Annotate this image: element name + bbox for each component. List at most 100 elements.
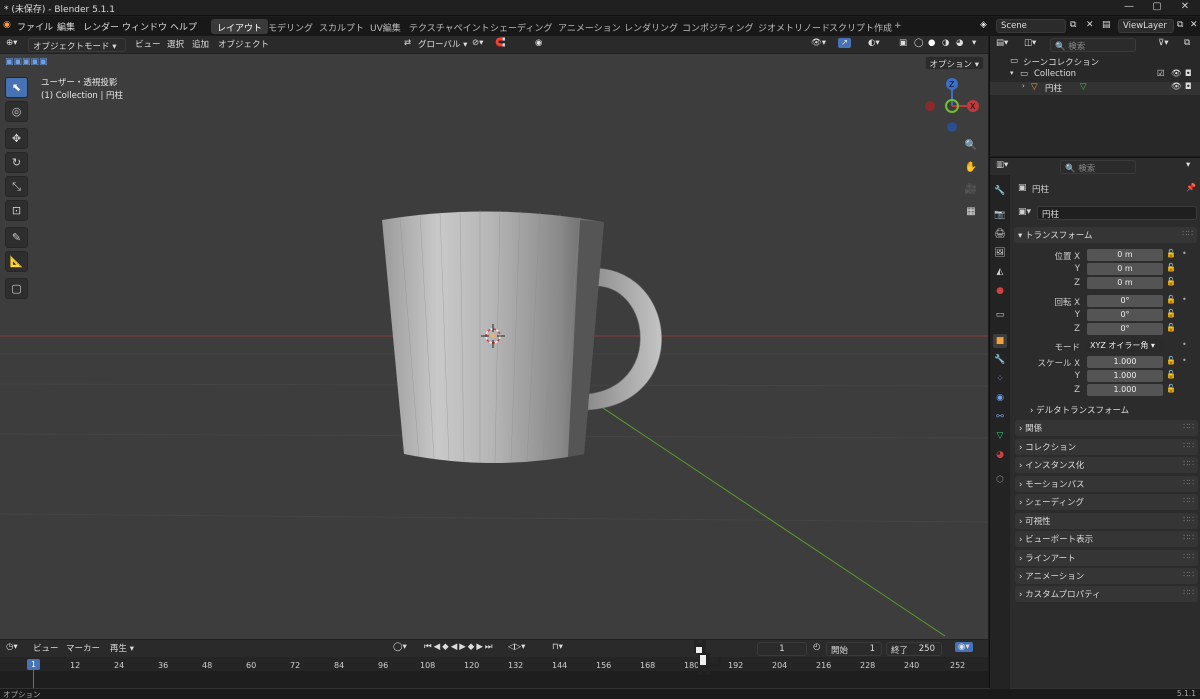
shading-solid-icon[interactable]: ● xyxy=(928,38,935,48)
minimize-icon[interactable]: — xyxy=(1122,1,1136,15)
menu-file[interactable]: ファイル xyxy=(17,20,53,33)
editor-type-icon[interactable]: ⊕▾ xyxy=(6,38,17,48)
lock-icon[interactable]: 🔓 xyxy=(1166,356,1176,365)
scene-tab-icon[interactable]: ◭ xyxy=(993,265,1007,279)
transform-panel-header[interactable]: ▾ トランスフォーム ∷∷ xyxy=(1014,227,1197,243)
material-tab-icon[interactable]: ◕ xyxy=(993,448,1007,462)
menu-add[interactable]: 追加 xyxy=(192,38,209,50)
mode-dropdown[interactable]: オブジェクトモード ▾ xyxy=(28,38,126,52)
outliner-filter-icon[interactable]: ⊽▾ xyxy=(1158,38,1169,48)
navigation-gizmo[interactable]: Z X xyxy=(925,78,979,132)
transform-tool[interactable]: ⊡ xyxy=(5,200,28,221)
add-cube-tool[interactable]: ▢ xyxy=(5,278,28,299)
gizmo-toggle-icon[interactable]: ↗ xyxy=(838,38,852,48)
exclude-checkbox[interactable]: ☑ xyxy=(1157,69,1165,79)
rotation-mode-dropdown[interactable]: XYZ オイラー角 ▾ xyxy=(1087,340,1163,352)
constraints-tab-icon[interactable]: ⚯ xyxy=(993,410,1007,424)
world-tab-icon[interactable]: ● xyxy=(993,284,1007,298)
object-name-field[interactable]: 円柱 xyxy=(1037,206,1197,220)
pan-hand-icon[interactable]: ✋ xyxy=(961,158,981,178)
shading-options-icon[interactable]: ▾ xyxy=(972,38,976,48)
outliner-editor-icon[interactable]: ▤▾ xyxy=(996,38,1008,48)
measure-tool[interactable]: 📐 xyxy=(5,251,28,272)
panel-collections[interactable]: › コレクション ∷∷ xyxy=(1015,439,1198,455)
tab-rendering[interactable]: レンダリング xyxy=(618,19,684,34)
playhead[interactable]: 1 xyxy=(27,659,40,670)
object-visibility-icon[interactable]: 👁 xyxy=(1171,82,1182,92)
menu-view[interactable]: ビュー xyxy=(135,38,161,50)
pivot-icon[interactable]: ⊘▾ xyxy=(472,38,483,48)
tab-texture-paint[interactable]: テクスチャペイント xyxy=(403,19,496,34)
view-layer-field[interactable]: ViewLayer xyxy=(1118,19,1174,33)
new-view-layer-icon[interactable]: ⧉ xyxy=(1177,20,1183,30)
physics-tab-icon[interactable]: ◉ xyxy=(993,391,1007,405)
lock-icon[interactable]: 🔓 xyxy=(1166,309,1176,318)
rotation-x-field[interactable]: 0° xyxy=(1087,295,1163,307)
rotation-z-field[interactable]: 0° xyxy=(1087,323,1163,335)
panel-animation[interactable]: › アニメーション ∷∷ xyxy=(1015,568,1198,584)
new-collection-icon[interactable]: ⧉ xyxy=(1184,38,1190,48)
clock-icon[interactable]: ◴ xyxy=(813,642,820,652)
delete-view-layer-icon[interactable]: ✕ xyxy=(1190,20,1198,30)
end-frame-field[interactable]: 終了 250 xyxy=(886,642,942,656)
tab-compositing[interactable]: コンポジティング xyxy=(676,19,759,34)
properties-options-icon[interactable]: ▾ xyxy=(1186,160,1190,170)
select-box-tool[interactable]: ⬉ xyxy=(5,77,28,98)
menu-render[interactable]: レンダー xyxy=(83,20,119,33)
orientation-icon[interactable]: ⇄ xyxy=(404,38,411,48)
visibility-icon[interactable]: 👁▾ xyxy=(811,38,826,48)
keyframe-dot-icon[interactable]: • xyxy=(1182,356,1187,365)
annotate-tool[interactable]: ✎ xyxy=(5,227,28,248)
keying-icon[interactable]: ◯▾ xyxy=(393,642,407,652)
timeline-editor-icon[interactable]: ◷▾ xyxy=(6,642,18,652)
scale-x-field[interactable]: 1.000 xyxy=(1087,356,1163,368)
tab-shading[interactable]: シェーディング xyxy=(484,19,558,34)
view-layer-tab-icon[interactable]: 🖼 xyxy=(993,246,1007,260)
panel-relations[interactable]: › 関係 ∷∷ xyxy=(1015,420,1198,436)
output-tab-icon[interactable]: 🖨 xyxy=(993,227,1007,241)
close-icon[interactable]: ✕ xyxy=(1178,1,1192,15)
timeline-menu-view[interactable]: ビュー xyxy=(33,642,59,654)
outliner-row-collection[interactable]: ▾ ▭ Collection ☑ 👁 ◘ xyxy=(990,69,1200,82)
shading-material-icon[interactable]: ◑ xyxy=(942,38,949,48)
mesh-data-icon[interactable]: ▽ xyxy=(1080,82,1087,92)
snap-icon[interactable]: 🧲 xyxy=(495,38,506,48)
scale-z-field[interactable]: 1.000 xyxy=(1087,384,1163,396)
timeline-options-icon[interactable]: ◉▾ xyxy=(955,642,973,652)
start-frame-field[interactable]: 開始 1 xyxy=(826,642,882,656)
add-workspace-button[interactable]: + xyxy=(888,19,908,34)
auto-key-icon[interactable]: ⊓▾ xyxy=(552,642,563,652)
timeline-scrubber[interactable]: 1 12 24 36 48 60 72 84 96 108 120 132 14… xyxy=(0,639,988,688)
keyframe-dot-icon[interactable]: • xyxy=(1182,249,1187,258)
tool-tab-icon[interactable]: 🔧 xyxy=(993,184,1007,198)
new-scene-icon[interactable]: ⧉ xyxy=(1070,20,1076,30)
proportional-edit-icon[interactable]: ◉ xyxy=(535,38,542,48)
outliner-row-object[interactable]: › ▽ 円柱 ▽ 👁 ◘ xyxy=(990,82,1200,95)
outliner-search-input[interactable]: 🔍 検索 xyxy=(1050,38,1136,52)
object-tab-icon[interactable]: ■ xyxy=(993,334,1007,348)
cursor-tool[interactable]: ◎ xyxy=(5,101,28,122)
delete-scene-icon[interactable]: ✕ xyxy=(1086,20,1094,30)
panel-custom-properties[interactable]: › カスタムプロパティ ∷∷ xyxy=(1015,586,1198,602)
panel-visibility[interactable]: › 可視性 ∷∷ xyxy=(1015,513,1198,529)
panel-motion-paths[interactable]: › モーションパス ∷∷ xyxy=(1015,476,1198,492)
outliner-display-mode-icon[interactable]: ◫▾ xyxy=(1024,38,1036,48)
object-render-icon[interactable]: ◘ xyxy=(1185,82,1192,92)
tab-uv-editing[interactable]: UV編集 xyxy=(364,19,407,34)
maximize-icon[interactable]: ▢ xyxy=(1150,1,1164,15)
scale-y-field[interactable]: 1.000 xyxy=(1087,370,1163,382)
select-mode-icons[interactable]: ▣▣▣▣▣ xyxy=(5,57,48,67)
orientation-dropdown[interactable]: グローバル ▾ xyxy=(418,38,467,50)
collection-tab-icon[interactable]: ▭ xyxy=(993,308,1007,322)
move-tool[interactable]: ✥ xyxy=(5,128,28,149)
properties-editor-icon[interactable]: ▥▾ xyxy=(996,160,1008,170)
delta-transform-subpanel[interactable]: › デルタトランスフォーム xyxy=(1030,404,1129,416)
blender-logo-icon[interactable]: ◉ xyxy=(3,20,11,30)
menu-select[interactable]: 選択 xyxy=(167,38,184,50)
expand-collection-icon[interactable]: ▾ xyxy=(1010,69,1014,77)
tab-scripting[interactable]: スクリプト作成 xyxy=(823,19,898,34)
panel-line-art[interactable]: › ラインアート ∷∷ xyxy=(1015,550,1198,566)
panel-shading[interactable]: › シェーディング ∷∷ xyxy=(1015,494,1198,510)
scale-tool[interactable]: ⤡ xyxy=(5,176,28,197)
current-frame-field[interactable]: 1 xyxy=(757,642,807,656)
